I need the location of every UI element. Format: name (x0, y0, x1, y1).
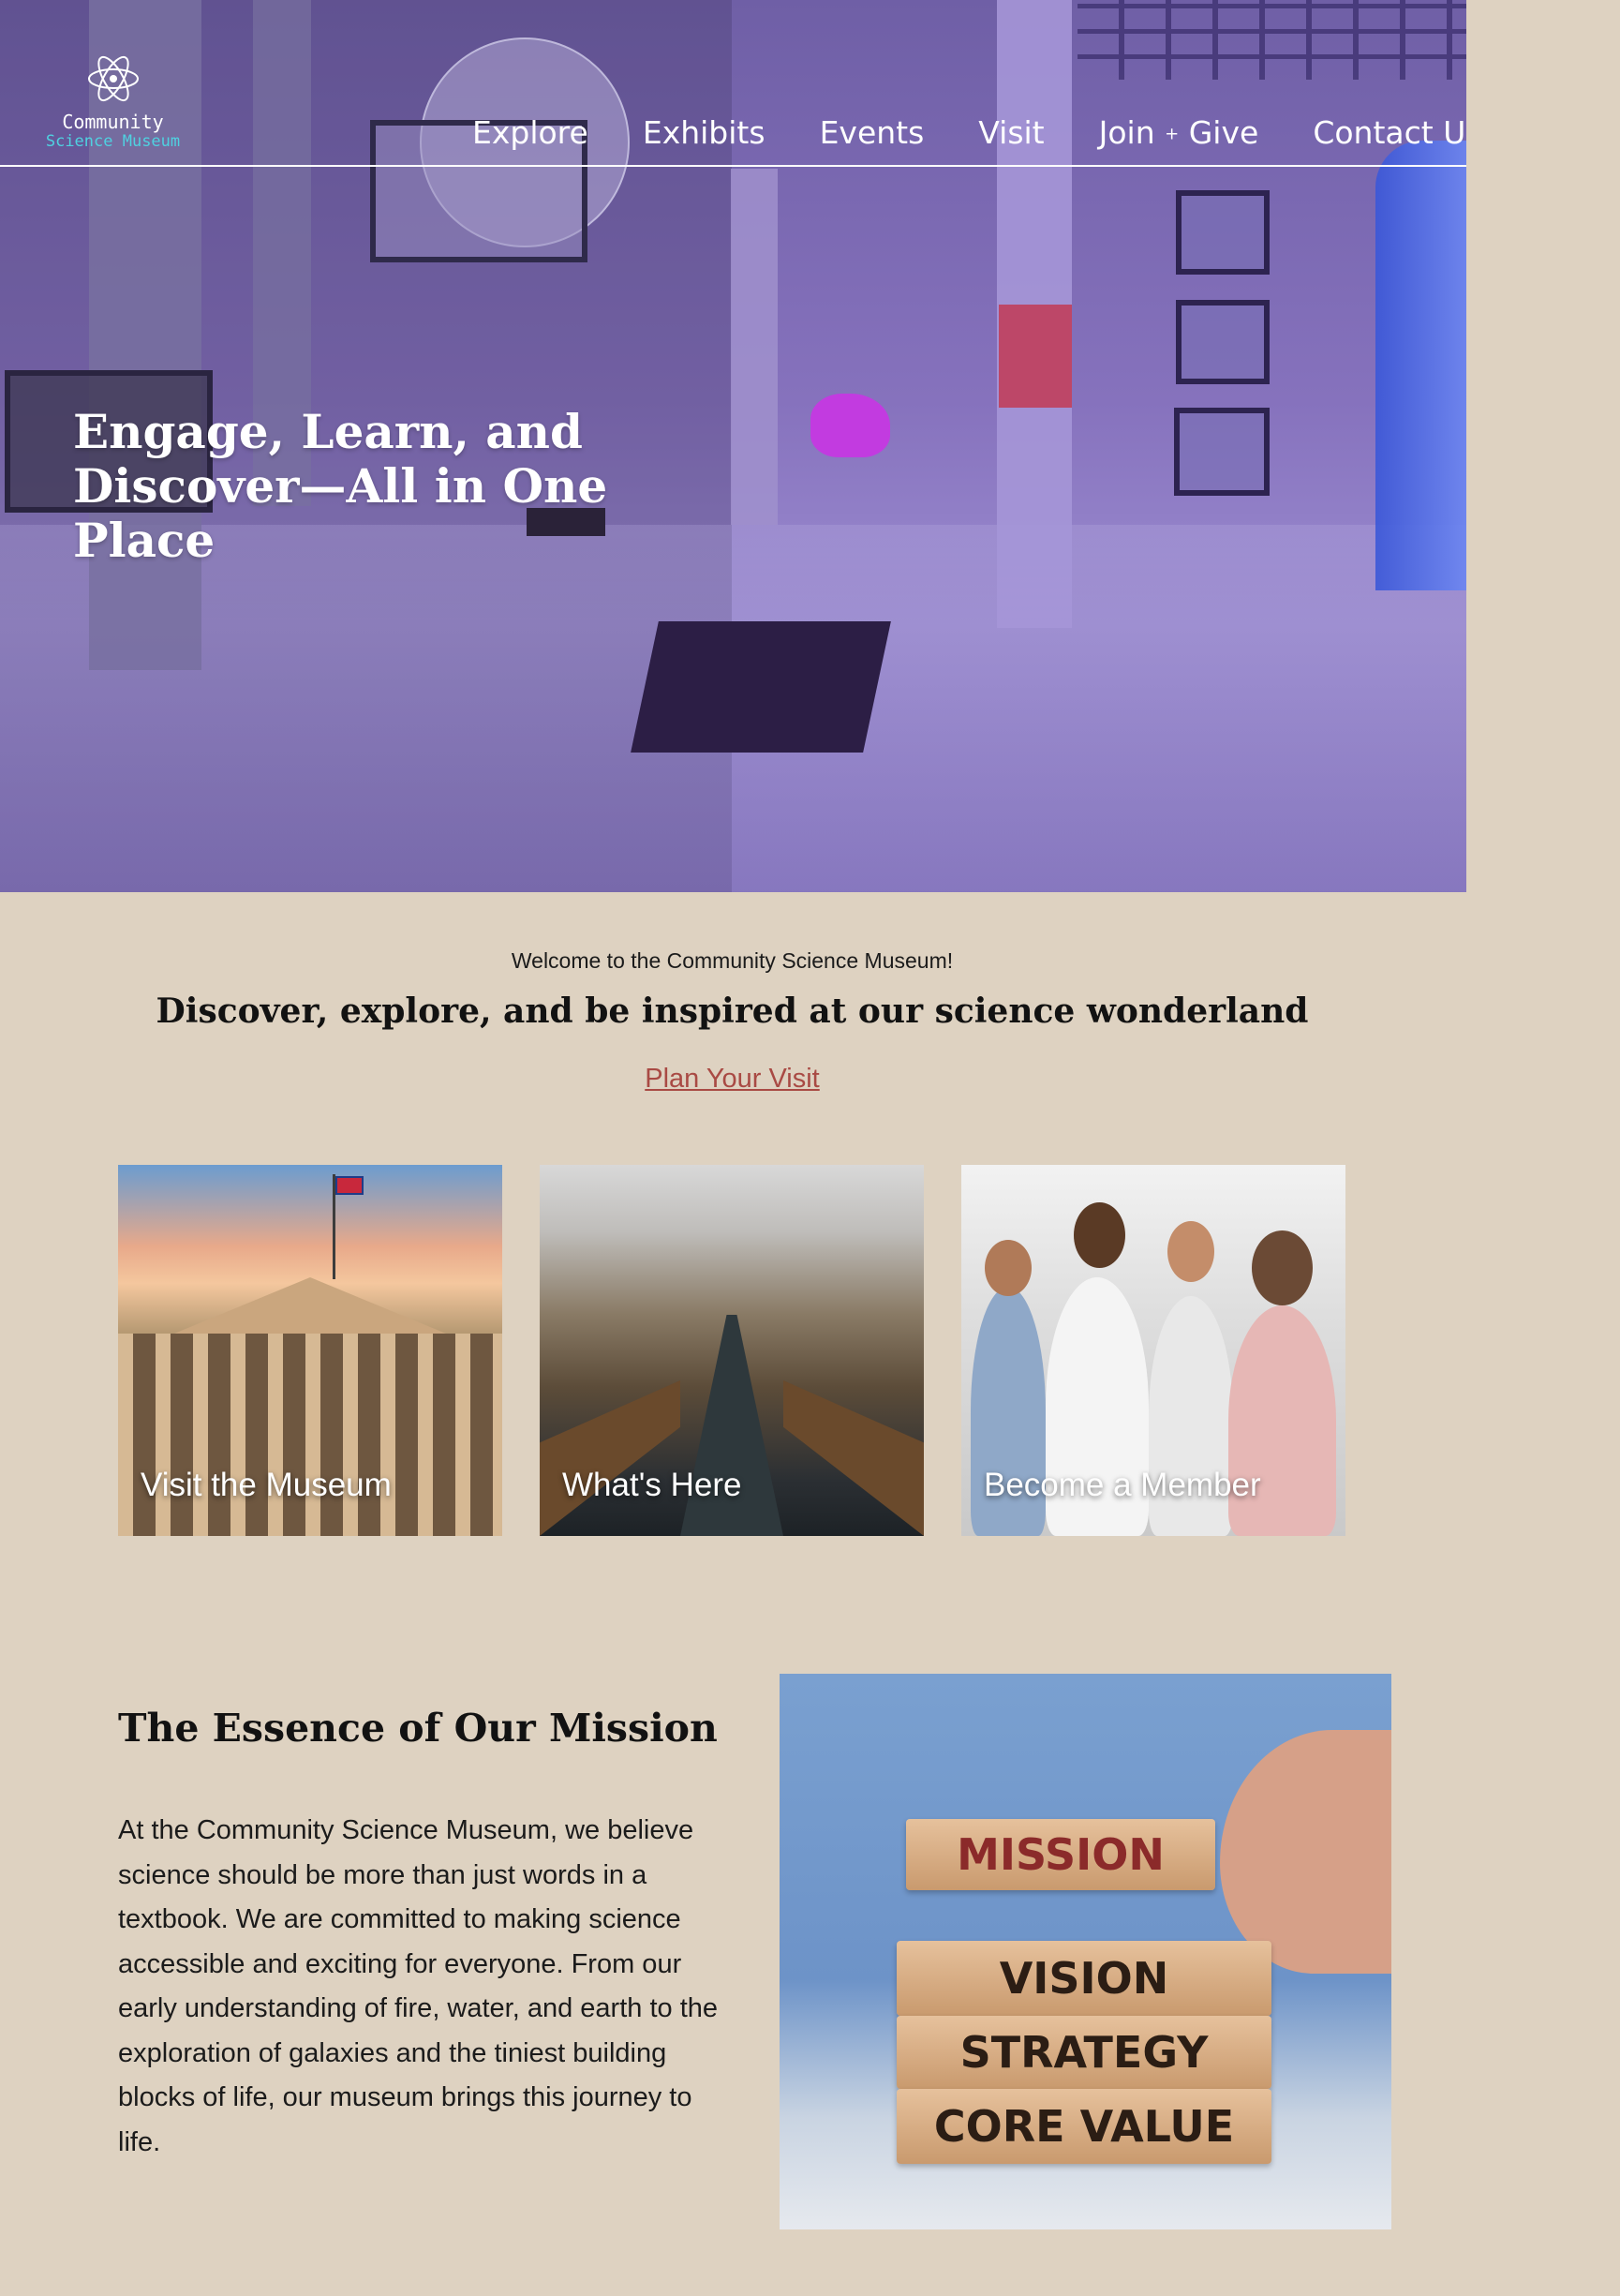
person-head (1074, 1202, 1125, 1268)
nav-give-label: Give (1188, 114, 1259, 151)
mission-body: At the Community Science Museum, we beli… (118, 1815, 719, 2157)
main-nav: Explore Exhibits Events Visit Join + Giv… (472, 114, 1466, 154)
person-head (985, 1240, 1032, 1296)
nav-exhibits[interactable]: Exhibits (643, 114, 765, 154)
museum-pediment (174, 1277, 446, 1334)
bench (631, 621, 891, 753)
atom-icon (87, 55, 139, 102)
card-become-a-member[interactable]: Become a Member (961, 1165, 1345, 1536)
nav-join-label: Join (1098, 114, 1155, 151)
welcome-text: Welcome to the Community Science Museum! (511, 948, 954, 973)
block-vision: VISION (897, 1941, 1271, 2016)
block-mission: MISSION (906, 1819, 1215, 1890)
ceiling-grid (1078, 0, 1466, 80)
card-visit-the-museum[interactable]: Visit the Museum (118, 1165, 502, 1536)
museum-columns (118, 1334, 502, 1536)
nav-join-give[interactable]: Join + Give (1099, 114, 1259, 154)
logo-line-1: Community (62, 111, 164, 133)
hero-title: Engage, Learn, and Discover—All in One P… (73, 404, 608, 568)
card-whats-here[interactable]: What's Here (540, 1165, 924, 1536)
toy-exhibit (810, 394, 890, 457)
wall-frame (1176, 300, 1270, 384)
wall-frame (1176, 190, 1270, 275)
mission-image: MISSION VISION STRATEGY CORE VALUE (780, 1674, 1391, 2229)
pillar (731, 169, 778, 525)
person-head (1252, 1230, 1313, 1305)
rocket-exhibit (1375, 141, 1466, 590)
nav-events[interactable]: Events (820, 114, 925, 154)
hero-section: Community Science Museum Explore Exhibit… (0, 0, 1466, 892)
plus-icon: + (1165, 124, 1180, 144)
card-caption: Become a Member (984, 1467, 1261, 1503)
display-cases (783, 1380, 924, 1536)
red-banner (999, 305, 1072, 408)
wall-frame (1174, 408, 1270, 496)
plan-your-visit-link[interactable]: Plan Your Visit (0, 1064, 1464, 1095)
card-caption: Visit the Museum (141, 1467, 392, 1503)
mission-title: The Essence of Our Mission (118, 1706, 718, 1751)
hand (1220, 1730, 1391, 1974)
nav-contact-us[interactable]: Contact Us (1313, 114, 1466, 154)
person-head (1167, 1221, 1214, 1282)
museum-logo[interactable]: Community Science Museum (36, 52, 190, 151)
block-core-value: CORE VALUE (897, 2089, 1271, 2164)
card-caption: What's Here (562, 1467, 742, 1503)
header-divider (0, 165, 1466, 167)
block-strategy: STRATEGY (897, 2016, 1271, 2089)
flag-icon (335, 1176, 364, 1195)
logo-line-2: Science Museum (45, 132, 181, 151)
display-cases (540, 1380, 680, 1536)
nav-visit[interactable]: Visit (978, 114, 1044, 154)
tagline: Discover, explore, and be inspired at ou… (156, 991, 1309, 1031)
nav-explore[interactable]: Explore (472, 114, 588, 154)
